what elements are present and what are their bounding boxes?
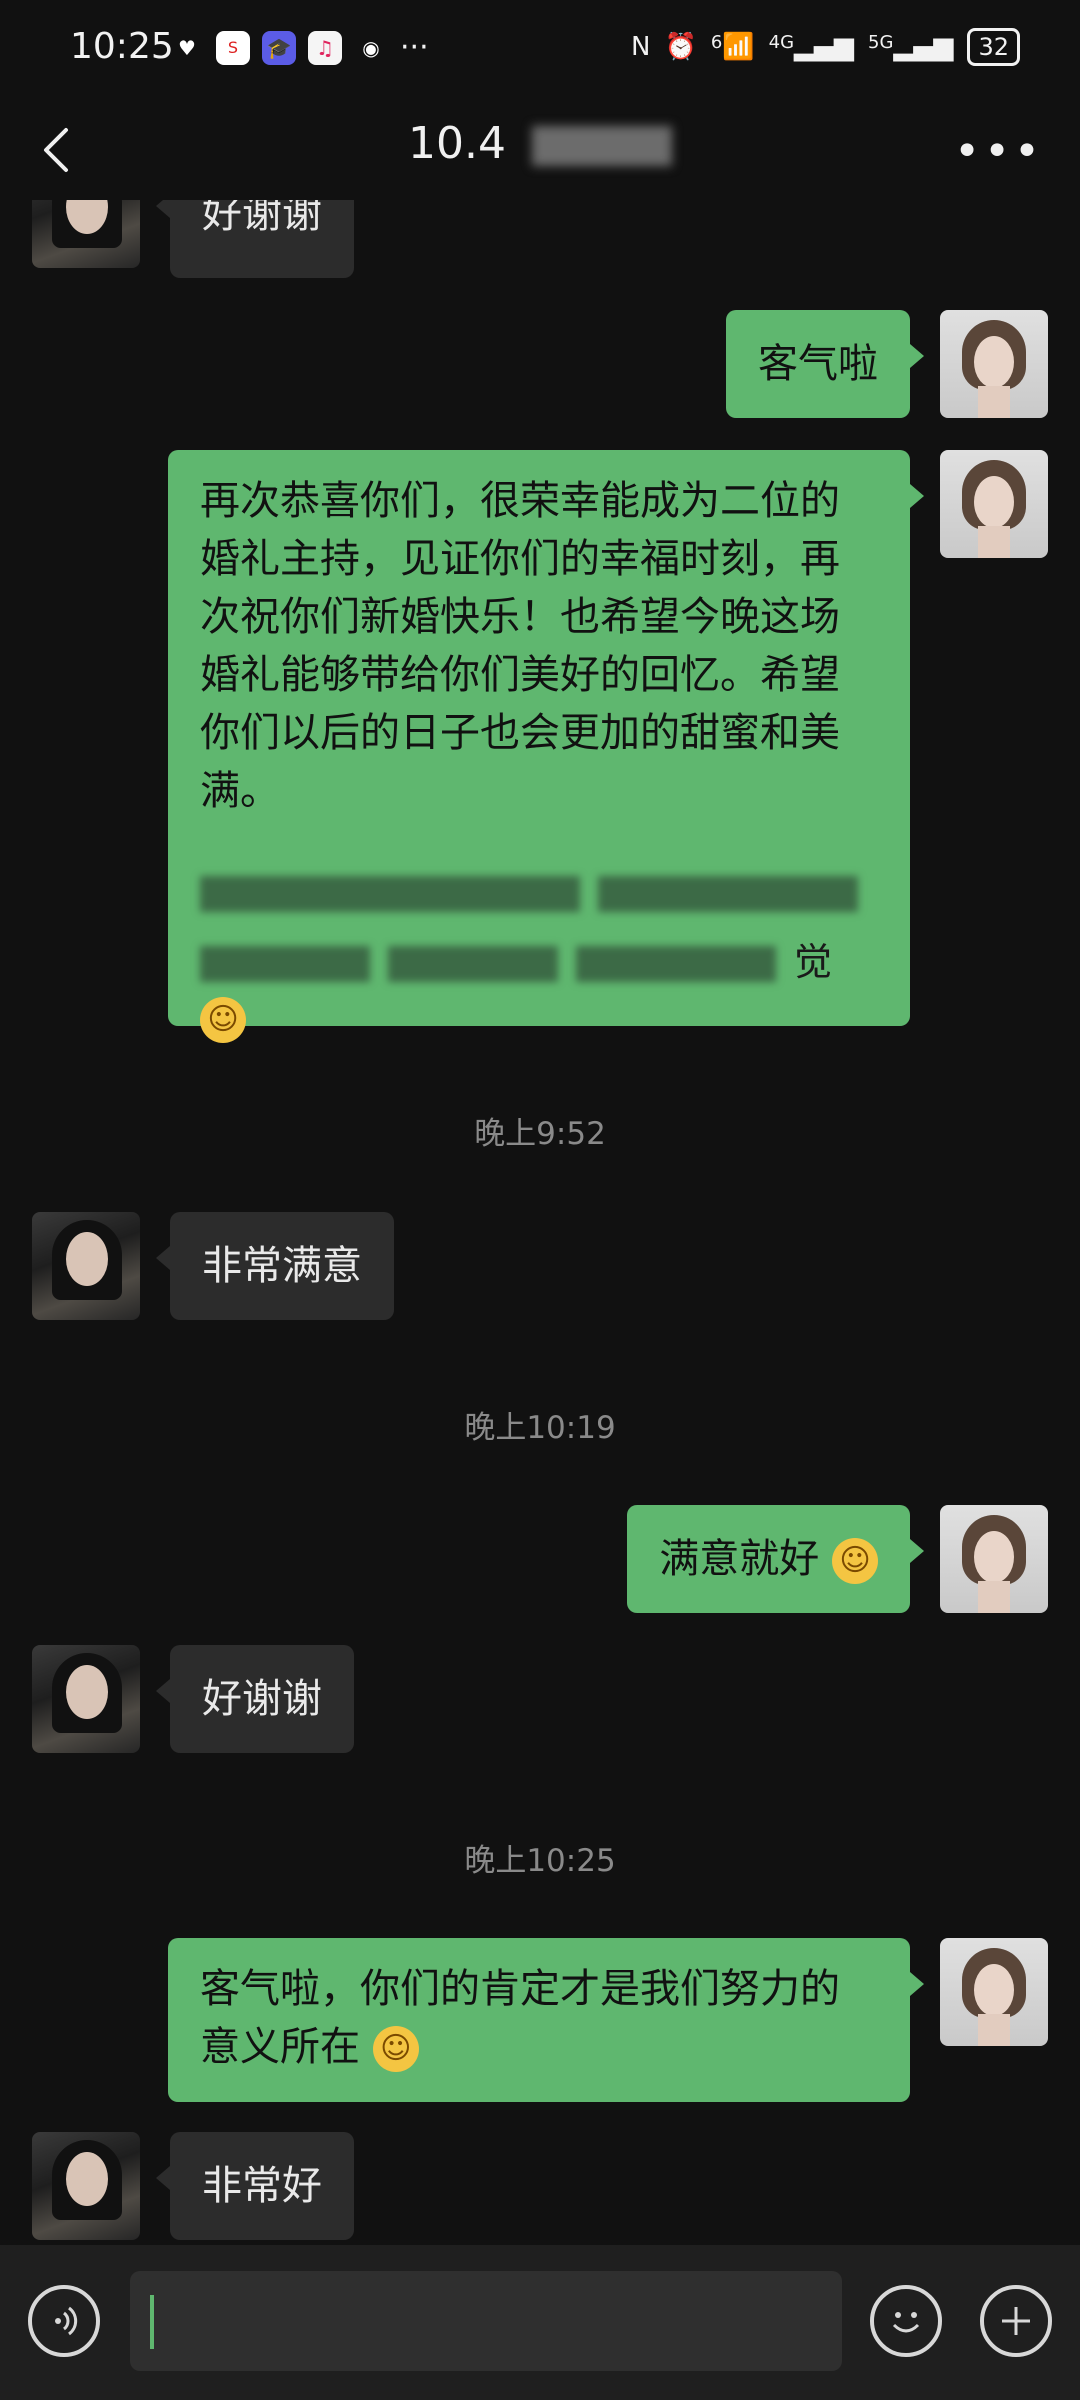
message-input[interactable]	[130, 2271, 842, 2371]
sent-message-text: 满意就好	[659, 1536, 820, 1582]
emoji-button[interactable]	[870, 2285, 942, 2357]
voice-input-button[interactable]	[28, 2285, 100, 2357]
input-bar	[0, 2245, 1080, 2400]
message-timestamp: 晚上9:52	[474, 1116, 606, 1152]
heart-icon: ♥	[178, 35, 196, 60]
my-avatar[interactable]	[940, 1505, 1048, 1613]
smile-emoji-icon: ☺	[832, 1538, 878, 1584]
sent-message[interactable]: 满意就好 ☺	[627, 1505, 924, 1613]
system-indicators: N ⏰ 6📶 4G▂▄▆ 5G▂▄▆ 32	[631, 28, 1020, 66]
contact-avatar[interactable]	[32, 200, 140, 268]
received-message[interactable]: 好谢谢	[156, 200, 354, 278]
chat-title: 10.4	[0, 118, 1080, 169]
nfc-icon: N	[630, 32, 651, 62]
graduation-cap-icon: 🎓	[262, 30, 296, 65]
chat-header: 10.4 •••	[0, 100, 1080, 200]
received-message[interactable]: 非常好	[156, 2132, 354, 2240]
contact-avatar[interactable]	[32, 1212, 140, 1320]
plus-icon	[1002, 2307, 1030, 2335]
message-row: 客气啦	[0, 310, 1080, 420]
received-message[interactable]: 好谢谢	[156, 1645, 354, 1753]
smile-emoji-icon: ☺	[372, 2026, 419, 2072]
message-row: 满意就好 ☺	[0, 1505, 1080, 1615]
message-row: 再次恭喜你们，很荣幸能成为二位的婚礼主持，见证你们的幸福时刻，再次祝你们新婚快乐…	[0, 450, 1080, 1043]
contact-avatar[interactable]	[32, 2132, 140, 2240]
sent-message[interactable]: 客气啦，你们的肯定才是我们努力的意义所在 ☺	[168, 1938, 924, 2102]
smile-emoji-icon: ☺	[200, 997, 246, 1043]
message-row: 好谢谢	[0, 1645, 1080, 1755]
signal-4g-icon: 4G▂▄▆	[768, 32, 855, 62]
more-options-icon[interactable]: •••	[954, 126, 1044, 177]
message-timestamp: 晚上10:19	[464, 1410, 616, 1446]
contact-avatar[interactable]	[32, 1645, 140, 1753]
message-timestamp: 晚上10:25	[464, 1843, 616, 1879]
blurred-text-block: 觉 ☺	[200, 864, 878, 1046]
my-avatar[interactable]	[940, 310, 1048, 418]
qq-icon: ◉	[362, 35, 380, 60]
signal-5g-icon: 5G▂▄▆	[868, 32, 954, 62]
sent-message-long[interactable]: 再次恭喜你们，很荣幸能成为二位的婚礼主持，见证你们的幸福时刻，再次祝你们新婚快乐…	[168, 450, 924, 1043]
voice-icon	[55, 2306, 78, 2336]
my-avatar[interactable]	[940, 1938, 1048, 2046]
more-functions-button[interactable]	[980, 2285, 1052, 2357]
more-notifications-icon: ···	[400, 30, 429, 65]
chat-title-text: 10.4	[408, 118, 506, 169]
status-time: 10:25	[70, 26, 174, 67]
received-message[interactable]: 非常满意	[156, 1212, 394, 1320]
notification-icons: ♥ S 🎓 ♫ ◉ ···	[170, 30, 429, 65]
message-list[interactable]: 好谢谢 客气啦 再次恭喜你们，很荣幸能成为二位的婚礼主持，见证你们的幸福时刻，再…	[0, 200, 1080, 2245]
sent-message-text: 再次恭喜你们，很荣幸能成为二位的婚礼主持，见证你们的幸福时刻，再次祝你们新婚快乐…	[200, 478, 840, 814]
sent-message[interactable]: 客气啦	[726, 310, 924, 418]
sina-icon: S	[216, 30, 250, 65]
wifi-icon: 6📶	[710, 32, 755, 62]
message-row: 好谢谢	[0, 200, 1080, 280]
text-cursor	[150, 2295, 154, 2349]
message-row: 非常满意	[0, 1212, 1080, 1322]
music-icon: ♫	[308, 30, 342, 65]
message-row: 客气啦，你们的肯定才是我们努力的意义所在 ☺	[0, 1938, 1080, 2108]
sent-message-text: 客气啦，你们的肯定才是我们努力的意义所在	[200, 1966, 840, 2070]
my-avatar[interactable]	[940, 450, 1048, 558]
emoji-icon	[892, 2312, 920, 2333]
blurred-fragment: 觉	[794, 940, 833, 984]
battery-indicator: 32	[967, 28, 1020, 66]
status-bar: 10:25 ♥ S 🎓 ♫ ◉ ··· N ⏰ 6📶 4G▂▄▆ 5G▂▄▆ 3…	[0, 0, 1080, 100]
alarm-icon: ⏰	[664, 32, 697, 62]
message-row: 非常好	[0, 2132, 1080, 2242]
blurred-contact-name	[531, 126, 672, 166]
